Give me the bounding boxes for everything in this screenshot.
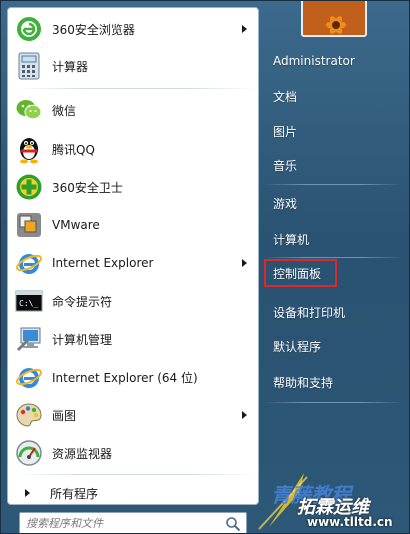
right-item-label: 音乐: [273, 158, 298, 173]
user-name-link[interactable]: Administrator: [271, 48, 393, 74]
wechat-icon: [14, 95, 44, 125]
expand-arrow-icon: [25, 489, 30, 497]
program-internet-explorer-64[interactable]: Internet Explorer (64 位): [11, 359, 257, 395]
program-resource-monitor[interactable]: 资源监视器: [11, 435, 257, 471]
right-item-label: 默认程序: [273, 339, 322, 354]
resource-monitor-icon: [14, 438, 44, 468]
right-item-help-support[interactable]: 帮助和支持: [271, 369, 393, 395]
paint-palette-icon: [14, 400, 44, 430]
program-vmware[interactable]: VMware: [11, 207, 257, 243]
program-label: 计算器: [52, 59, 89, 74]
program-label: VMware: [52, 218, 100, 232]
program-label: 微信: [52, 103, 77, 118]
separator: [263, 257, 403, 258]
program-wechat[interactable]: 微信: [11, 92, 257, 128]
right-item-label: 游戏: [273, 196, 298, 211]
user-name: Administrator: [273, 54, 355, 68]
right-item-label: 文档: [273, 89, 298, 104]
right-item-documents[interactable]: 文档: [271, 83, 393, 109]
submenu-arrow-icon: [242, 411, 247, 419]
program-label: Internet Explorer (64 位): [52, 370, 198, 385]
right-item-label: 图片: [273, 124, 298, 139]
start-menu: 360安全浏览器 计算器 微信 腾讯QQ 360安全卫士 VMware Inte…: [0, 0, 410, 534]
program-label: 计算机管理: [52, 332, 113, 347]
computer-management-icon: [14, 324, 44, 354]
program-computer-management[interactable]: 计算机管理: [11, 321, 257, 357]
separator: [263, 184, 403, 185]
right-item-devices-printers[interactable]: 设备和打印机: [271, 299, 393, 325]
vmware-icon: [14, 210, 44, 240]
internet-explorer-icon: [14, 362, 44, 392]
separator: [16, 474, 256, 475]
internet-explorer-icon: [14, 248, 44, 278]
program-label: 360安全卫士: [52, 180, 123, 195]
svg-text:C:\_: C:\_: [19, 299, 38, 308]
program-label: 腾讯QQ: [52, 142, 95, 157]
watermark-url: www.tlltd.cn: [307, 515, 393, 529]
program-label: 命令提示符: [52, 294, 113, 309]
all-programs-button[interactable]: 所有程序: [11, 480, 257, 506]
right-item-label: 设备和打印机: [273, 305, 346, 320]
program-label: 画图: [52, 408, 77, 423]
program-calculator[interactable]: 计算器: [11, 48, 257, 84]
right-item-music[interactable]: 音乐: [271, 152, 393, 178]
all-programs-label: 所有程序: [50, 486, 99, 501]
control-panel-highlight-box: [264, 259, 337, 287]
calculator-icon: [14, 51, 44, 81]
separator: [16, 88, 256, 89]
program-label: Internet Explorer: [52, 256, 154, 270]
submenu-arrow-icon: [242, 259, 247, 267]
program-command-prompt[interactable]: C:\_ 命令提示符: [11, 283, 257, 319]
right-item-default-programs[interactable]: 默认程序: [271, 333, 393, 359]
360-security-icon: [14, 172, 44, 202]
search-input[interactable]: [26, 513, 222, 533]
360-browser-icon: [14, 14, 44, 44]
program-360-security[interactable]: 360安全卫士: [11, 169, 257, 205]
qq-penguin-icon: [14, 134, 44, 164]
user-avatar[interactable]: [301, 1, 367, 37]
right-item-pictures[interactable]: 图片: [271, 118, 393, 144]
right-item-label: 帮助和支持: [273, 375, 334, 390]
right-item-games[interactable]: 游戏: [271, 190, 393, 216]
submenu-arrow-icon: [242, 25, 247, 33]
programs-panel: 360安全浏览器 计算器 微信 腾讯QQ 360安全卫士 VMware Inte…: [7, 7, 259, 505]
search-box: [19, 512, 247, 533]
program-360-browser[interactable]: 360安全浏览器: [11, 11, 257, 47]
program-label: 360安全浏览器: [52, 22, 135, 37]
program-qq[interactable]: 腾讯QQ: [11, 131, 257, 167]
right-item-computer[interactable]: 计算机: [271, 226, 393, 252]
right-item-label: 计算机: [273, 232, 310, 247]
program-label: 资源监视器: [52, 446, 113, 461]
command-prompt-icon: C:\_: [14, 286, 44, 316]
program-paint[interactable]: 画图: [11, 397, 257, 433]
separator: [263, 402, 403, 403]
program-internet-explorer[interactable]: Internet Explorer: [11, 245, 257, 281]
